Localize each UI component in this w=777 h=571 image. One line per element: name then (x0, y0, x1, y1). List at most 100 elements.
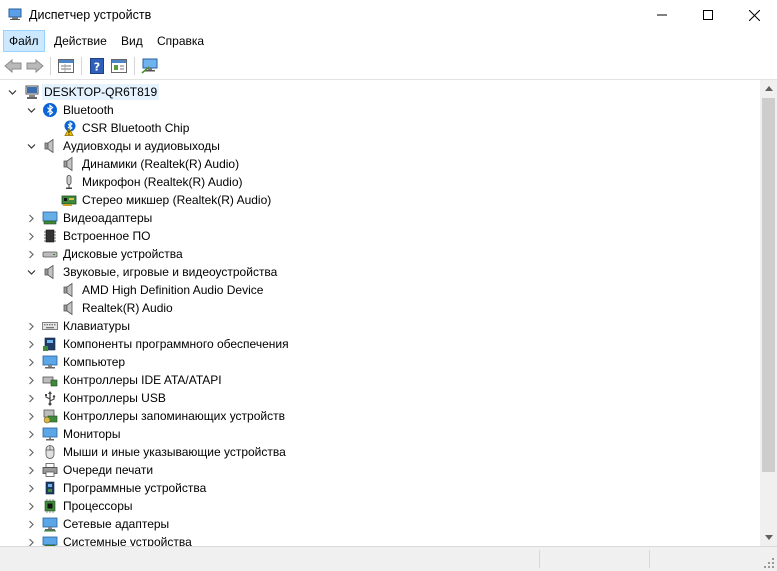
menu-bar: Файл Действие Вид Справка (0, 30, 777, 52)
tree-category-row[interactable]: Мыши и иные указывающие устройства (0, 443, 760, 461)
expand-chevron-icon[interactable] (25, 391, 37, 405)
tree-category-row[interactable]: Bluetooth (0, 101, 760, 119)
vertical-scrollbar[interactable] (760, 80, 777, 546)
tree-category-row[interactable]: Клавиатуры (0, 317, 760, 335)
sound-card-icon (61, 195, 77, 206)
tree-category-row[interactable]: Аудиовходы и аудиовыходы (0, 137, 760, 155)
tree-category-row[interactable]: Процессоры (0, 497, 760, 515)
tree-category-row[interactable]: Очереди печати (0, 461, 760, 479)
tree-category-label: Компьютер (63, 355, 126, 369)
minimize-button[interactable] (639, 0, 685, 30)
usb-icon (45, 391, 56, 406)
tree-device-label: AMD High Definition Audio Device (82, 283, 264, 297)
expand-chevron-icon[interactable] (25, 463, 37, 477)
tree-category-row[interactable]: Контроллеры USB (0, 389, 760, 407)
tree-category-row[interactable]: Сетевые адаптеры (0, 515, 760, 533)
speaker-icon (63, 282, 73, 298)
expand-chevron-icon[interactable] (25, 535, 37, 546)
expand-chevron-icon[interactable] (25, 517, 37, 531)
scan-hardware-icon (141, 58, 158, 74)
tree-device-row[interactable]: CSR Bluetooth Chip (0, 119, 760, 137)
scroll-down-button[interactable] (760, 529, 777, 546)
tree-category-row[interactable]: Программные устройства (0, 479, 760, 497)
maximize-button[interactable] (685, 0, 731, 30)
tree-device-row[interactable]: Стерео микшер (Realtek(R) Audio) (0, 191, 760, 209)
expand-chevron-icon[interactable] (25, 445, 37, 459)
tree-category-row[interactable]: Контроллеры запоминающих устройств (0, 407, 760, 425)
collapse-chevron-icon[interactable] (25, 103, 37, 117)
expand-chevron-icon[interactable] (25, 499, 37, 513)
scroll-up-button[interactable] (760, 80, 777, 97)
update-driver-button[interactable] (109, 56, 129, 76)
tree-category-row[interactable]: Контроллеры IDE ATA/ATAPI (0, 371, 760, 389)
speaker-icon (63, 300, 73, 316)
svg-text:?: ? (94, 61, 100, 74)
computer-root-icon (25, 85, 39, 99)
collapse-chevron-icon[interactable] (6, 85, 18, 99)
status-cell-secondary (540, 550, 650, 568)
tree-category-row[interactable]: Встроенное ПО (0, 227, 760, 245)
expand-chevron-icon[interactable] (25, 355, 37, 369)
menu-file[interactable]: Файл (3, 30, 45, 52)
close-icon (748, 9, 760, 21)
tree-category-row[interactable]: Компоненты программного обеспечения (0, 335, 760, 353)
tree-category-label: Дисковые устройства (63, 247, 183, 261)
tree-category-row[interactable]: Системные устройства (0, 533, 760, 546)
tree-category-label: Мониторы (63, 427, 121, 441)
update-driver-icon (111, 59, 127, 73)
properties-button[interactable] (56, 56, 76, 76)
expand-chevron-icon[interactable] (25, 427, 37, 441)
resize-grip-icon[interactable] (763, 557, 775, 569)
disk-drive-icon (42, 251, 58, 258)
toolbar-separator (50, 57, 51, 75)
toolbar-separator (81, 57, 82, 75)
display-adapter-icon (42, 211, 58, 225)
device-tree[interactable]: DESKTOP-QR6T819 Bluetooth CSR Bluetooth C… (0, 80, 760, 546)
software-device-icon (45, 481, 55, 495)
collapse-chevron-icon[interactable] (25, 139, 37, 153)
menu-help[interactable]: Справка (151, 30, 210, 52)
tree-device-row[interactable]: Realtek(R) Audio (0, 299, 760, 317)
expand-chevron-icon[interactable] (25, 409, 37, 423)
tree-category-label: Bluetooth (63, 103, 114, 117)
help-button[interactable]: ? (87, 56, 107, 76)
tree-category-label: Аудиовходы и аудиовыходы (63, 139, 220, 153)
scroll-down-icon (764, 535, 773, 540)
expand-chevron-icon[interactable] (25, 373, 37, 387)
tree-category-row[interactable]: Дисковые устройства (0, 245, 760, 263)
close-button[interactable] (731, 0, 777, 30)
speaker-icon (44, 138, 54, 154)
device-manager-app-icon (8, 8, 22, 20)
expand-chevron-icon[interactable] (25, 337, 37, 351)
tree-device-row[interactable]: AMD High Definition Audio Device (0, 281, 760, 299)
tree-device-row[interactable]: Микрофон (Realtek(R) Audio) (0, 173, 760, 191)
expand-chevron-icon[interactable] (25, 481, 37, 495)
back-button[interactable] (3, 56, 23, 76)
menu-action[interactable]: Действие (48, 30, 113, 52)
menu-view[interactable]: Вид (115, 30, 149, 52)
window-title: Диспетчер устройств (29, 8, 152, 22)
expand-chevron-icon[interactable] (25, 211, 37, 225)
scan-hardware-button[interactable] (140, 56, 160, 76)
expand-chevron-icon[interactable] (25, 319, 37, 333)
scroll-thumb[interactable] (762, 98, 775, 472)
back-arrow-icon (4, 59, 22, 73)
software-component-icon (43, 337, 56, 351)
tree-root-row[interactable]: DESKTOP-QR6T819 (0, 83, 760, 101)
tree-category-row[interactable]: Звуковые, игровые и видеоустройства (0, 263, 760, 281)
expand-chevron-icon[interactable] (25, 229, 37, 243)
tree-category-row[interactable]: Видеоадаптеры (0, 209, 760, 227)
title-bar[interactable]: Диспетчер устройств (0, 0, 777, 30)
tree-category-label: Компоненты программного обеспечения (63, 337, 289, 351)
tree-category-label: Сетевые адаптеры (63, 517, 170, 531)
tree-device-row[interactable]: Динамики (Realtek(R) Audio) (0, 155, 760, 173)
collapse-chevron-icon[interactable] (25, 265, 37, 279)
tree-category-row[interactable]: Компьютер (0, 353, 760, 371)
tree-category-row[interactable]: Мониторы (0, 425, 760, 443)
forward-button[interactable] (25, 56, 45, 76)
status-bar (0, 546, 777, 571)
expand-chevron-icon[interactable] (25, 247, 37, 261)
tree-category-label: Очереди печати (63, 463, 154, 477)
tree-category-label: Контроллеры USB (63, 391, 166, 405)
processor-icon (44, 499, 56, 513)
